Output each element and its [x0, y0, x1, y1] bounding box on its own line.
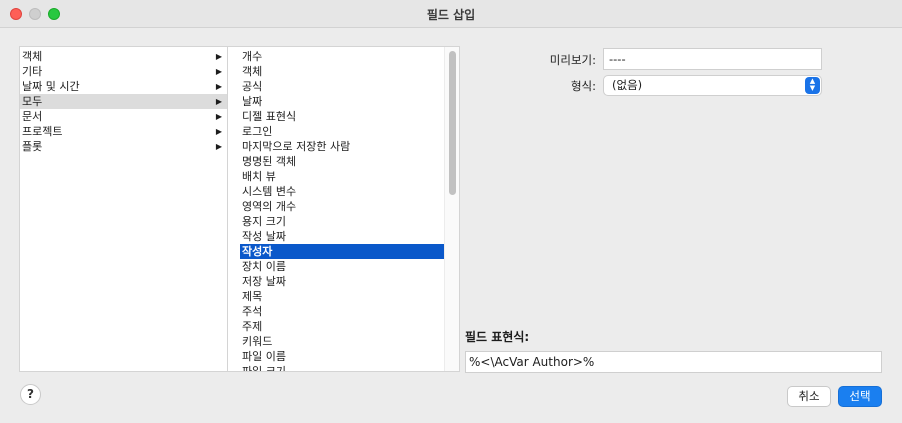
submenu-arrow-icon: ▶: [215, 97, 222, 106]
field-list[interactable]: 개수객체공식날짜디젤 표현식로그인마지막으로 저장한 사람명명된 객체배치 뷰시…: [227, 46, 460, 372]
field-item-label: 주제: [242, 320, 263, 333]
field-item-label: 로그인: [242, 125, 273, 138]
field-item-label: 디젤 표현식: [242, 110, 297, 123]
field-item[interactable]: 용지 크기: [240, 214, 445, 229]
field-item-label: 시스템 변수: [242, 185, 297, 198]
preview-field: ----: [603, 48, 822, 70]
field-expression-input[interactable]: %<\AcVar Author>%: [465, 351, 882, 373]
field-item-label: 객체: [242, 65, 263, 78]
field-item[interactable]: 명명된 객체: [240, 154, 445, 169]
format-label: 형식:: [570, 79, 596, 93]
category-item[interactable]: 문서 ▶: [20, 109, 227, 124]
field-item-label: 용지 크기: [242, 215, 286, 228]
field-item-label: 명명된 객체: [242, 155, 297, 168]
window-title: 필드 삽입: [426, 8, 476, 22]
format-select-value: (없음): [612, 78, 643, 92]
field-item[interactable]: 영역의 개수: [240, 199, 445, 214]
field-item-label: 배치 뷰: [242, 170, 276, 183]
field-item[interactable]: 마지막으로 저장한 사람: [240, 139, 445, 154]
category-item[interactable]: 프로젝트 ▶: [20, 124, 227, 139]
field-item-label: 제목: [242, 290, 263, 303]
field-item[interactable]: 파일 크기: [240, 364, 445, 372]
field-item-label: 파일 크기: [242, 365, 286, 372]
submenu-arrow-icon: ▶: [215, 127, 222, 136]
cancel-button[interactable]: 취소: [787, 386, 831, 407]
field-item-label: 개수: [242, 50, 263, 63]
category-item-label: 문서: [22, 110, 43, 123]
preview-label: 미리보기:: [549, 53, 596, 67]
field-item[interactable]: 로그인: [240, 124, 445, 139]
format-select[interactable]: (없음) ▲ ▼: [603, 75, 822, 96]
field-item[interactable]: 공식: [240, 79, 445, 94]
field-expression-label: 필드 표현식:: [465, 330, 530, 344]
submenu-arrow-icon: ▶: [215, 112, 222, 121]
category-item[interactable]: 기타 ▶: [20, 64, 227, 79]
field-item[interactable]: 작성 날짜: [240, 229, 445, 244]
category-item-label: 플롯: [22, 140, 43, 153]
title-bar: 필드 삽입: [0, 0, 902, 28]
category-item-label: 객체: [22, 50, 43, 63]
select-button[interactable]: 선택: [838, 386, 882, 407]
field-item-label: 장치 이름: [242, 260, 286, 273]
field-item-label: 작성자: [242, 245, 273, 258]
submenu-arrow-icon: ▶: [215, 52, 222, 61]
category-item[interactable]: 플롯 ▶: [20, 139, 227, 154]
field-item[interactable]: 파일 이름: [240, 349, 445, 364]
field-item[interactable]: 시스템 변수: [240, 184, 445, 199]
category-item-label: 프로젝트: [22, 125, 63, 138]
field-item-label: 영역의 개수: [242, 200, 297, 213]
field-item-label: 주석: [242, 305, 263, 318]
category-item[interactable]: 객체 ▶: [20, 49, 227, 64]
field-item[interactable]: 개수: [240, 49, 445, 64]
field-item[interactable]: 배치 뷰: [240, 169, 445, 184]
scrollbar-thumb[interactable]: [449, 51, 456, 195]
category-item[interactable]: 모두 ▶: [20, 94, 227, 109]
field-item-label: 날짜: [242, 95, 263, 108]
field-item-label: 마지막으로 저장한 사람: [242, 140, 351, 153]
field-item[interactable]: 작성자: [240, 244, 445, 259]
category-item-label: 날짜 및 시간: [22, 80, 80, 93]
field-item-label: 공식: [242, 80, 263, 93]
field-item-label: 작성 날짜: [242, 230, 286, 243]
field-item[interactable]: 디젤 표현식: [240, 109, 445, 124]
field-item-label: 키워드: [242, 335, 273, 348]
category-item-label: 모두: [22, 95, 43, 108]
submenu-arrow-icon: ▶: [215, 67, 222, 76]
field-item[interactable]: 주석: [240, 304, 445, 319]
submenu-arrow-icon: ▶: [215, 142, 222, 151]
submenu-arrow-icon: ▶: [215, 82, 222, 91]
category-item-label: 기타: [22, 65, 43, 78]
help-button[interactable]: ?: [20, 384, 41, 405]
field-item-label: 파일 이름: [242, 350, 286, 363]
field-item[interactable]: 저장 날짜: [240, 274, 445, 289]
stepper-icon: ▲ ▼: [805, 77, 820, 94]
category-item[interactable]: 날짜 및 시간 ▶: [20, 79, 227, 94]
field-list-scrollbar[interactable]: [444, 47, 459, 371]
field-item[interactable]: 객체: [240, 64, 445, 79]
category-list[interactable]: 객체 ▶ 기타 ▶ 날짜 및 시간 ▶ 모두 ▶ 문서 ▶ 프로젝트 ▶ 플롯 ▶: [19, 46, 227, 372]
field-item[interactable]: 주제: [240, 319, 445, 334]
field-item[interactable]: 제목: [240, 289, 445, 304]
field-item-label: 저장 날짜: [242, 275, 286, 288]
field-item[interactable]: 날짜: [240, 94, 445, 109]
field-item[interactable]: 키워드: [240, 334, 445, 349]
field-item[interactable]: 장치 이름: [240, 259, 445, 274]
